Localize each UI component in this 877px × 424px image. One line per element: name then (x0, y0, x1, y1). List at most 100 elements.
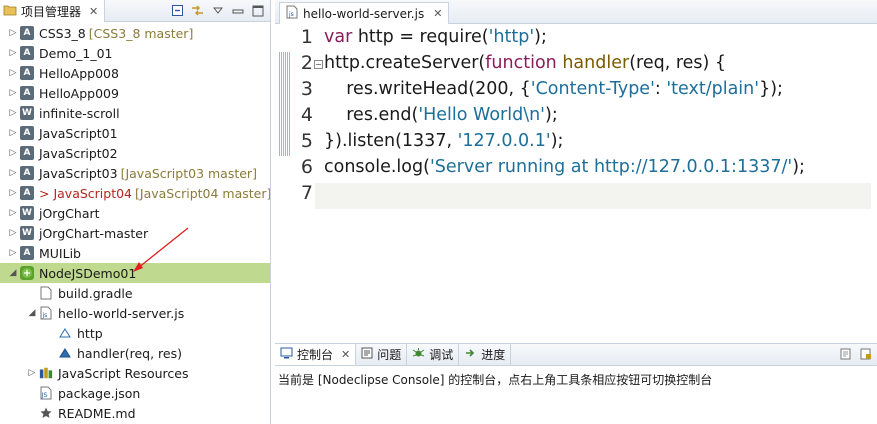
collapsed-arrow-icon[interactable]: ▷ (6, 48, 20, 58)
code-token: 'http' (488, 27, 535, 47)
collapsed-arrow-icon[interactable]: ▷ (6, 88, 20, 98)
project-icon: A (20, 86, 34, 100)
ide-window: 项目管理器 ✕ ▷ A CSS3_8 [CSS3_8 master] ▷ A D… (0, 0, 877, 424)
editor-tab[interactable]: js hello-world-server.js ✕ (279, 2, 450, 24)
code-token: 'text/plain' (666, 79, 760, 99)
close-icon[interactable]: ✕ (341, 348, 350, 361)
tree-item[interactable]: ▷ A HelloApp009 (0, 83, 270, 103)
tree-item[interactable]: ▷ A JavaScript01 (0, 123, 270, 143)
tree-item[interactable]: ▷ A CSS3_8 [CSS3_8 master] (0, 23, 270, 43)
tab-console[interactable]: 控制台 ✕ (275, 344, 357, 365)
file-icon (39, 286, 53, 300)
collapsed-arrow-icon[interactable]: ▷ (6, 68, 20, 78)
tab-label: 调试 (429, 348, 454, 362)
maximize-icon[interactable] (249, 2, 266, 19)
tree-item-label: CSS3_8 (39, 25, 86, 41)
node-project-icon (20, 266, 34, 280)
project-icon: A (20, 246, 34, 260)
collapse-all-icon[interactable] (169, 2, 186, 19)
code-line[interactable]: console.log('Server running at http://12… (324, 157, 805, 177)
scroll-lock-icon[interactable] (859, 347, 873, 364)
problems-icon (361, 347, 373, 362)
project-icon: A (20, 66, 34, 80)
tab-debug[interactable]: 调试 (407, 344, 460, 365)
tree-item[interactable]: handler(req, res) (0, 343, 270, 363)
tree-item[interactable]: http (0, 323, 270, 343)
project-icon: A (20, 26, 34, 40)
close-icon[interactable]: ✕ (433, 7, 442, 20)
tree-item[interactable]: ▷ A JavaScript03 [JavaScript03 master] (0, 163, 270, 183)
variable-icon (58, 326, 72, 340)
fold-toggle-icon[interactable]: − (314, 60, 323, 69)
tree-item[interactable]: ▷ A MUILib (0, 243, 270, 263)
close-icon[interactable]: ✕ (89, 5, 98, 18)
tree-item[interactable]: ▷ A JavaScript02 (0, 143, 270, 163)
collapsed-arrow-icon[interactable]: ▷ (6, 148, 20, 158)
view-menu-icon[interactable] (209, 2, 226, 19)
code-token: ); (792, 157, 805, 177)
code-editor: js hello-world-server.js ✕ 1 var http = r… (275, 0, 877, 340)
code-line[interactable]: res.end('Hello World\n'); (324, 105, 557, 125)
collapsed-arrow-icon[interactable]: ▷ (6, 228, 20, 238)
collapsed-arrow-icon[interactable]: ▷ (6, 168, 20, 178)
code-token: res.end( (324, 105, 419, 125)
explorer-toolbar (169, 2, 266, 19)
collapsed-arrow-icon[interactable]: ▷ (6, 208, 20, 218)
tree-item[interactable]: ▷ A HelloApp008 (0, 63, 270, 83)
tree-item[interactable]: ▷ A Demo_1_01 (0, 43, 270, 63)
minimize-icon[interactable] (229, 2, 246, 19)
tab-problems[interactable]: 问题 (356, 344, 408, 365)
code-line[interactable]: res.writeHead(200, {'Content-Type': 'tex… (324, 79, 783, 99)
tree-item[interactable]: ▷ WjOrgChart-master (0, 223, 270, 243)
tab-progress[interactable]: 进度 (459, 344, 512, 365)
line-number: 7 (300, 182, 313, 204)
tree-item-label: README.md (58, 405, 136, 421)
tree-item[interactable]: README.md (0, 403, 270, 423)
code-token: 'Hello World\n' (418, 105, 545, 125)
tree-item[interactable]: ▷ JavaScript Resources (0, 363, 270, 383)
tree-item-label: build.gradle (58, 285, 133, 301)
tree-item[interactable]: build.gradle (0, 283, 270, 303)
link-editor-icon[interactable] (189, 2, 206, 19)
js-file-icon: js (286, 5, 298, 22)
tree-item[interactable]: ◢ js hello-world-server.js (0, 303, 270, 323)
tree-item[interactable]: ◢ NodeJSDemo01 (0, 263, 270, 283)
line-number: 5 (300, 130, 313, 152)
tab-label: 问题 (377, 348, 402, 362)
code-token: ); (550, 131, 564, 151)
git-branch-decoration: [JavaScript04 master] (135, 185, 271, 201)
expanded-arrow-icon[interactable]: ◢ (25, 308, 39, 318)
collapsed-arrow-icon[interactable]: ▷ (6, 248, 20, 258)
code-line[interactable]: http.createServer(function handler(req, … (324, 53, 726, 73)
web-project-icon: W (20, 206, 34, 220)
tree-item[interactable]: ▷ Winfinite-scroll (0, 103, 270, 123)
collapsed-arrow-icon[interactable]: ▷ (6, 188, 20, 198)
code-area[interactable]: 1 var http = require('http'); 2 http.create… (275, 25, 877, 340)
tree-item-label: JavaScript01 (39, 125, 118, 141)
tree-item-label: jOrgChart (39, 205, 100, 221)
tab-label: 进度 (481, 348, 506, 362)
code-token: res.writeHead(200, { (324, 79, 531, 99)
expanded-arrow-icon[interactable]: ◢ (6, 268, 20, 278)
tree-item-label: JavaScript03 (39, 165, 118, 181)
tree-item[interactable]: JS package.json (0, 383, 270, 403)
collapsed-arrow-icon[interactable]: ▷ (6, 108, 20, 118)
collapsed-arrow-icon[interactable]: ▷ (6, 128, 20, 138)
collapsed-arrow-icon[interactable]: ▷ (25, 368, 39, 378)
line-number: 2 (300, 52, 313, 74)
project-icon: A (20, 146, 34, 160)
console-tabbar: 控制台 ✕ 问题 调试 进度 (275, 344, 877, 366)
clear-console-icon[interactable] (839, 347, 853, 364)
library-icon (39, 366, 53, 380)
svg-text:JS: JS (41, 391, 48, 399)
console-panel: 控制台 ✕ 问题 调试 进度 当前是 [Nodeclipse Console] … (275, 343, 877, 424)
project-explorer: 项目管理器 ✕ ▷ A CSS3_8 [CSS3_8 master] ▷ A D… (0, 0, 271, 424)
tree-item[interactable]: ▷ WjOrgChart (0, 203, 270, 223)
code-line[interactable]: var http = require('http'); (324, 27, 547, 47)
explorer-tabbar: 项目管理器 ✕ (0, 0, 270, 22)
tree-item[interactable]: ▷ A > JavaScript04 [JavaScript04 master] (0, 183, 270, 203)
web-project-icon: W (20, 106, 34, 120)
code-line[interactable]: }).listen(1337, '127.0.0.1'); (324, 131, 563, 151)
explorer-tab[interactable]: 项目管理器 ✕ (0, 0, 106, 22)
collapsed-arrow-icon[interactable]: ▷ (6, 28, 20, 38)
